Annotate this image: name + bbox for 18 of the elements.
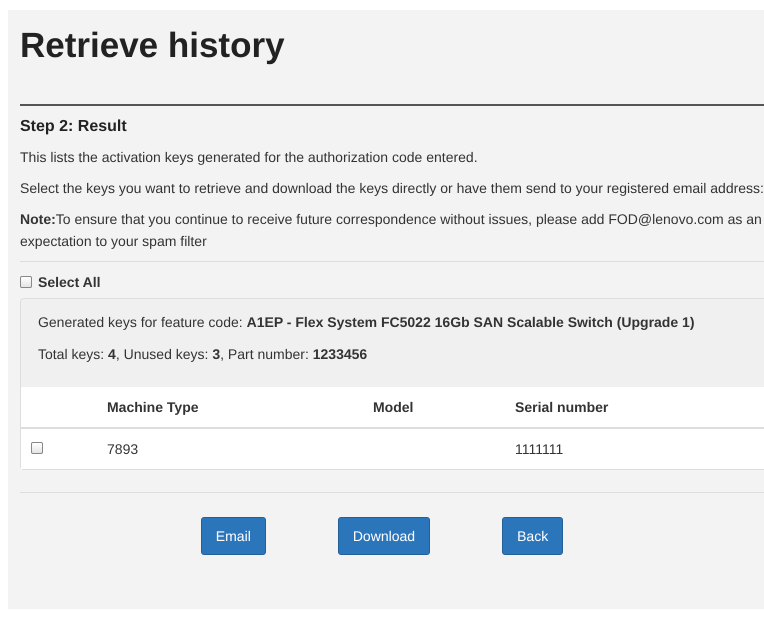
back-button[interactable]: Back xyxy=(502,517,564,555)
paragraph: Select the keys you want to retrieve and download the keys directly or have them send to your registered email address: xyxy=(20,179,764,198)
table-cell: 1111111 xyxy=(515,441,564,457)
paragraph: This lists the activation keys generated for the authorization code entered. xyxy=(20,148,479,167)
email-button[interactable]: Email xyxy=(200,517,266,555)
feature-code-text: Generated keys for feature code: A1EP - Flex System FC5022 16Gb SAN Scalable Switch (Upgrade 1) xyxy=(38,313,696,332)
select-all-label: Select All xyxy=(38,274,101,290)
table-cell: 7893 xyxy=(107,441,138,457)
select-all-checkbox[interactable] xyxy=(20,276,32,288)
row-checkbox[interactable] xyxy=(31,442,43,454)
column-header: Machine Type xyxy=(107,399,199,415)
column-header: Serial number xyxy=(515,399,608,415)
column-header: Model xyxy=(373,399,414,415)
download-button[interactable]: Download xyxy=(338,517,430,555)
totals-text: Total keys: 4, Unused keys: 3, Part number: 1233456 xyxy=(38,345,368,364)
step-heading: Step 2: Result xyxy=(20,118,128,136)
page-title: Retrieve history xyxy=(20,25,286,67)
paragraph: Note:To ensure that you continue to receive future correspondence without issues, please add FOD@lenovo.com as an expectation to your spam filter xyxy=(20,210,763,251)
